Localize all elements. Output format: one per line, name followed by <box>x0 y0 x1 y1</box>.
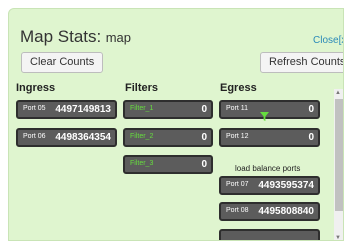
filter-count: 0 <box>201 159 207 170</box>
load-balance-label: load balance ports <box>235 164 301 173</box>
scroll-down-icon[interactable]: ▼ <box>335 235 341 240</box>
egress-port-08[interactable]: Port 08 4495808840 <box>219 202 320 221</box>
port-count: 4497149813 <box>55 104 111 115</box>
map-stats-panel: Map Stats: map Close[x] Clear Counts Ref… <box>8 8 344 241</box>
egress-heading: Egress <box>220 82 257 94</box>
port-name: Port 05 <box>23 105 46 112</box>
port-count: 0 <box>308 104 314 115</box>
filter-name: Filter_1 <box>130 105 154 112</box>
port-name: Port 08 <box>226 207 249 214</box>
filters-heading: Filters <box>125 82 159 94</box>
close-link[interactable]: Close[x] <box>313 35 343 46</box>
egress-port-12[interactable]: Port 12 0 <box>219 128 320 147</box>
egress-port-11[interactable]: Port 11 0 <box>219 100 320 119</box>
port-count: 4495808840 <box>258 206 314 217</box>
filter-name: Filter_3 <box>130 160 154 167</box>
filter-1[interactable]: Filter_1 0 <box>123 100 213 119</box>
map-name: map <box>105 30 132 45</box>
scroll-up-icon[interactable]: ▲ <box>335 90 341 96</box>
scrollbar[interactable]: ▲ ▼ <box>334 89 343 240</box>
filter-2[interactable]: Filter_2 0 <box>123 128 213 147</box>
port-name: Port 11 <box>226 105 249 112</box>
filter-funnel-icon <box>260 112 269 121</box>
refresh-counts-button[interactable]: Refresh Counts <box>260 52 343 73</box>
ingress-port-05[interactable]: Port 05 4497149813 <box>16 100 117 119</box>
port-count: 4493595374 <box>258 180 314 191</box>
port-name: Port 12 <box>226 133 249 140</box>
port-count: 4498364354 <box>55 132 111 143</box>
ingress-heading: Ingress <box>16 82 56 94</box>
filter-count: 0 <box>201 104 207 115</box>
clear-counts-button[interactable]: Clear Counts <box>21 52 104 73</box>
egress-port-partial[interactable] <box>219 229 320 240</box>
filter-count: 0 <box>201 132 207 143</box>
port-count: 0 <box>308 132 314 143</box>
filter-name: Filter_2 <box>130 133 154 140</box>
filter-3[interactable]: Filter_3 0 <box>123 155 213 174</box>
egress-port-07[interactable]: Port 07 4493595374 <box>219 176 320 195</box>
title-text: Map Stats: <box>20 27 102 46</box>
port-name: Port 07 <box>226 181 249 188</box>
scrollbar-thumb[interactable] <box>335 99 343 211</box>
port-name: Port 06 <box>23 133 46 140</box>
page-title: Map Stats: map <box>20 27 131 47</box>
ingress-port-06[interactable]: Port 06 4498364354 <box>16 128 117 147</box>
